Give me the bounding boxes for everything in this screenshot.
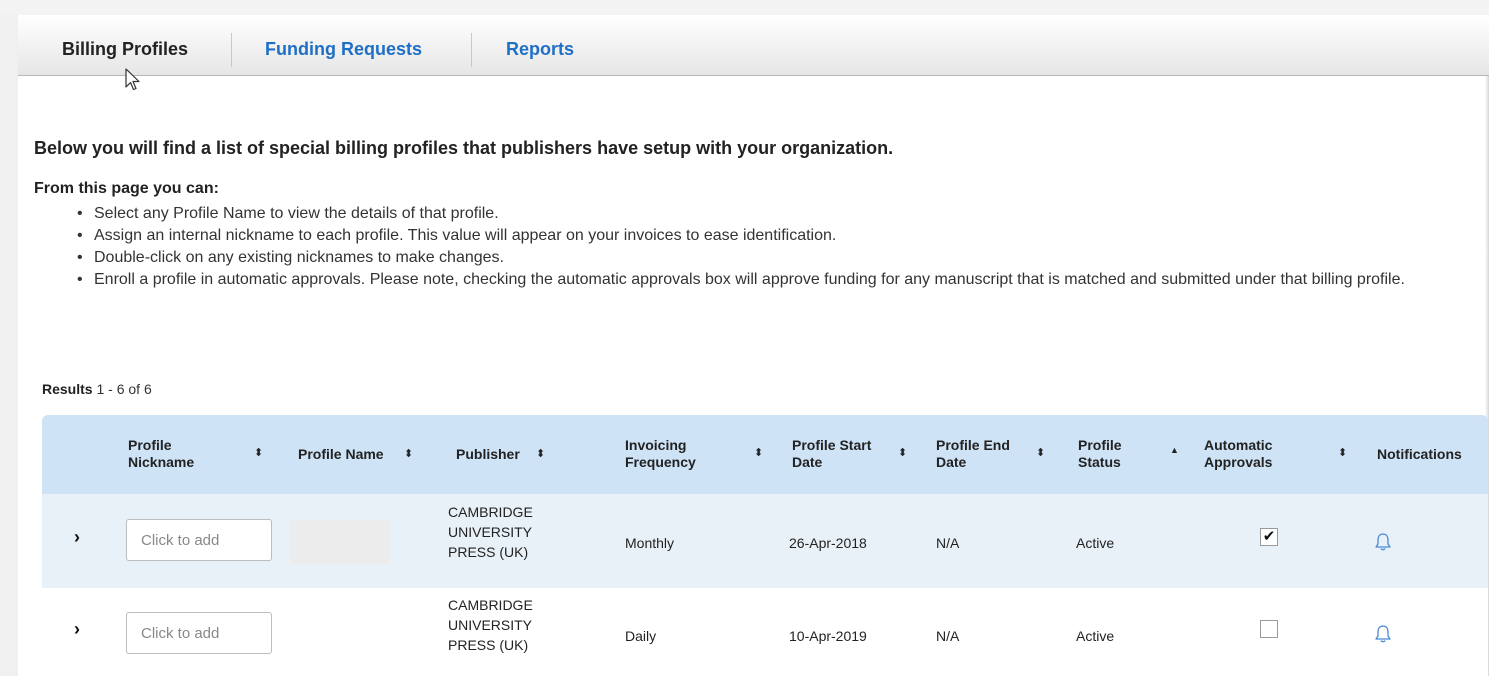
left-edge xyxy=(0,15,18,676)
sort-icon[interactable]: ⬍ xyxy=(1036,446,1045,459)
header-line: Profile End xyxy=(936,437,1010,453)
list-item: Double-click on any existing nicknames t… xyxy=(77,247,1464,269)
status-cell: Active xyxy=(1076,535,1115,551)
publisher-cell: CAMBRIDGE UNIVERSITY PRESS (UK) xyxy=(448,502,533,562)
table-header: Profile Nickname ⬍ Profile Name ⬍ Publis… xyxy=(42,415,1488,494)
automatic-approvals-checkbox[interactable] xyxy=(1260,620,1278,638)
profile-name-link-redacted[interactable] xyxy=(290,520,390,564)
frequency-cell: Monthly xyxy=(625,535,675,551)
expand-row-icon[interactable]: › xyxy=(74,619,80,640)
nickname-input[interactable] xyxy=(126,612,272,654)
tab-reports[interactable]: Reports xyxy=(506,39,574,60)
bell-icon[interactable] xyxy=(1374,624,1392,644)
sort-icon[interactable]: ⬍ xyxy=(536,447,545,460)
header-line: Automatic xyxy=(1204,437,1273,453)
tab-separator xyxy=(471,33,472,67)
sort-icon[interactable]: ⬍ xyxy=(404,447,413,460)
end-date-cell: N/A xyxy=(936,628,960,644)
results-range: 1 - 6 of 6 xyxy=(96,381,152,397)
list-item: Enroll a profile in automatic approvals.… xyxy=(77,269,1464,291)
sort-icon[interactable]: ⬍ xyxy=(254,446,263,459)
tab-separator xyxy=(231,33,232,67)
results-count: Results 1 - 6 of 6 xyxy=(42,381,152,397)
header-line: Profile xyxy=(128,437,172,453)
sort-icon[interactable]: ⬍ xyxy=(898,446,907,459)
tab-billing-profiles[interactable]: Billing Profiles xyxy=(62,39,188,60)
header-automatic-approvals[interactable]: Automatic Approvals xyxy=(1204,437,1272,471)
header-line: Status xyxy=(1078,454,1121,470)
header-line: Date xyxy=(792,454,823,470)
sort-asc-icon[interactable]: ▲ xyxy=(1170,445,1179,455)
sort-icon[interactable]: ⬍ xyxy=(754,446,763,459)
top-strip xyxy=(0,0,1489,15)
nickname-input[interactable] xyxy=(126,519,272,561)
header-line: Nickname xyxy=(128,454,195,470)
intro-heading: Below you will find a list of special bi… xyxy=(34,138,894,158)
header-line: Publisher xyxy=(456,446,520,462)
expand-row-icon[interactable]: › xyxy=(74,527,80,548)
publisher-line: PRESS (UK) xyxy=(448,544,529,560)
sort-icon[interactable]: ⬍ xyxy=(1338,446,1347,459)
billing-profiles-table: Profile Nickname ⬍ Profile Name ⬍ Publis… xyxy=(42,415,1488,676)
header-profile-nickname[interactable]: Profile Nickname xyxy=(128,437,194,471)
header-profile-status[interactable]: Profile Status xyxy=(1078,437,1122,471)
publisher-line: CAMBRIDGE xyxy=(448,504,533,520)
publisher-line: PRESS (UK) xyxy=(448,637,529,653)
instructions-list: Select any Profile Name to view the deta… xyxy=(77,203,1464,291)
frequency-cell: Daily xyxy=(625,628,657,644)
start-date-cell: 26-Apr-2018 xyxy=(789,535,867,551)
end-date-cell: N/A xyxy=(936,535,960,551)
start-date-cell: 10-Apr-2019 xyxy=(789,628,867,644)
list-item: Assign an internal nickname to each prof… xyxy=(77,225,1464,247)
table-row: › CAMBRIDGE UNIVERSITY PRESS (UK) Monthl… xyxy=(42,494,1488,588)
table-row: › CAMBRIDGE UNIVERSITY PRESS (UK) Daily … xyxy=(42,588,1488,676)
publisher-line: CAMBRIDGE xyxy=(448,597,533,613)
header-profile-name[interactable]: Profile Name xyxy=(298,446,384,463)
header-line: Approvals xyxy=(1204,454,1273,470)
automatic-approvals-checkbox[interactable]: ✔ xyxy=(1260,528,1278,546)
header-line: Date xyxy=(936,454,967,470)
header-line: Profile Name xyxy=(298,446,384,462)
header-line: Frequency xyxy=(625,454,696,470)
publisher-line: UNIVERSITY xyxy=(448,617,533,633)
publisher-line: UNIVERSITY xyxy=(448,524,533,540)
mouse-cursor-icon xyxy=(125,68,140,91)
header-line: Profile xyxy=(1078,437,1122,453)
header-line: Invoicing xyxy=(625,437,687,453)
header-notifications: Notifications xyxy=(1377,446,1462,463)
header-invoicing-frequency[interactable]: Invoicing Frequency xyxy=(625,437,696,471)
header-profile-end-date[interactable]: Profile End Date xyxy=(936,437,1010,471)
status-cell: Active xyxy=(1076,628,1115,644)
sub-heading: From this page you can: xyxy=(34,180,219,197)
results-label: Results xyxy=(42,381,93,397)
tab-funding-requests[interactable]: Funding Requests xyxy=(265,39,422,60)
header-profile-start-date[interactable]: Profile Start Date xyxy=(792,437,871,471)
tab-bar: Billing Profiles Funding Requests Report… xyxy=(18,15,1489,76)
bell-icon[interactable] xyxy=(1374,532,1392,552)
header-publisher[interactable]: Publisher xyxy=(456,446,520,463)
list-item: Select any Profile Name to view the deta… xyxy=(77,203,1464,225)
header-line: Notifications xyxy=(1377,446,1462,462)
publisher-cell: CAMBRIDGE UNIVERSITY PRESS (UK) xyxy=(448,595,533,655)
header-line: Profile Start xyxy=(792,437,872,453)
